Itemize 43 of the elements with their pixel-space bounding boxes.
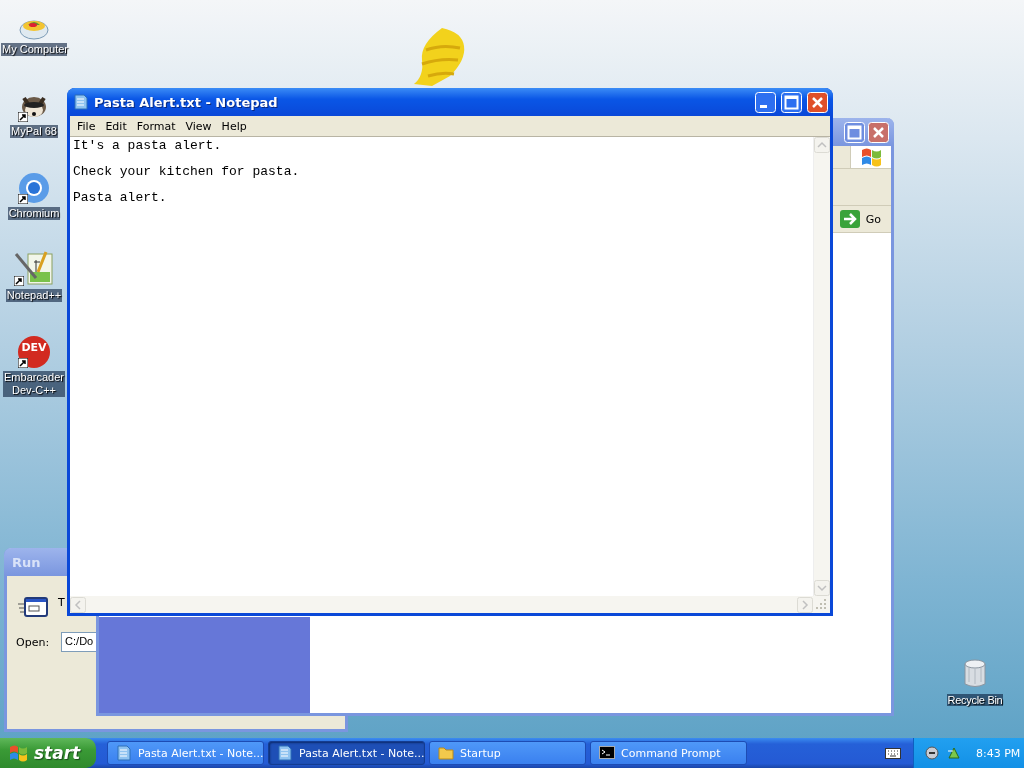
maximize-button[interactable] — [781, 91, 802, 113]
windows-logo-icon — [860, 146, 882, 168]
tray-network-icon — [946, 745, 962, 761]
run-icon — [18, 594, 48, 620]
close-button[interactable] — [868, 121, 889, 143]
text-line: Pasta alert. — [73, 191, 168, 204]
open-field[interactable]: C:/Do — [61, 632, 97, 652]
window-title: Run — [12, 554, 41, 570]
menu-item[interactable]: Edit — [100, 118, 132, 134]
notepad-plus-icon — [14, 250, 54, 286]
resize-grip-icon — [813, 596, 829, 612]
desktop-icon-label[interactable]: MyPal 68 — [10, 125, 58, 138]
text-line: Check your kitchen for pasta. — [73, 165, 301, 178]
chromium-icon — [18, 172, 50, 204]
description-text: T — [58, 597, 65, 609]
logo-text: DEV — [21, 341, 47, 356]
window-title: Pasta Alert.txt - Notepad — [94, 94, 279, 110]
desktop-icon-label[interactable]: Notepad++ — [5, 289, 63, 302]
folder-icon — [438, 745, 454, 761]
menu-item[interactable]: File — [72, 118, 101, 134]
tray-app-icon — [924, 745, 940, 761]
desktop-icon-label[interactable]: Recycle Bin — [946, 694, 1004, 706]
go-button[interactable]: Go — [839, 210, 887, 228]
open-label: Open: — [16, 635, 50, 649]
start-button[interactable]: start — [0, 738, 96, 768]
console-icon — [599, 745, 615, 761]
maximize-button[interactable] — [844, 121, 865, 143]
taskbar-button[interactable]: Pasta Alert.txt - Note... — [268, 741, 425, 765]
menu-item[interactable]: Format — [131, 118, 181, 134]
minimize-button[interactable] — [755, 91, 776, 113]
desktop-icon-label[interactable]: Embarcader Dev-C++ — [3, 371, 65, 397]
notepad-icon — [116, 745, 132, 761]
menu-item[interactable]: Help — [216, 118, 252, 134]
desktop-icon-label[interactable]: Chromium — [7, 207, 61, 220]
recycle-bin-icon — [961, 658, 989, 690]
text-line: It's a pasta alert. — [73, 139, 223, 152]
keyboard-icon — [885, 745, 901, 761]
notepad-icon — [277, 745, 293, 761]
windows-logo-icon — [8, 743, 28, 763]
menu-item[interactable]: View — [180, 118, 217, 134]
close-button[interactable] — [807, 91, 828, 113]
arrow-icon — [839, 210, 860, 228]
notepad-icon — [73, 94, 89, 110]
